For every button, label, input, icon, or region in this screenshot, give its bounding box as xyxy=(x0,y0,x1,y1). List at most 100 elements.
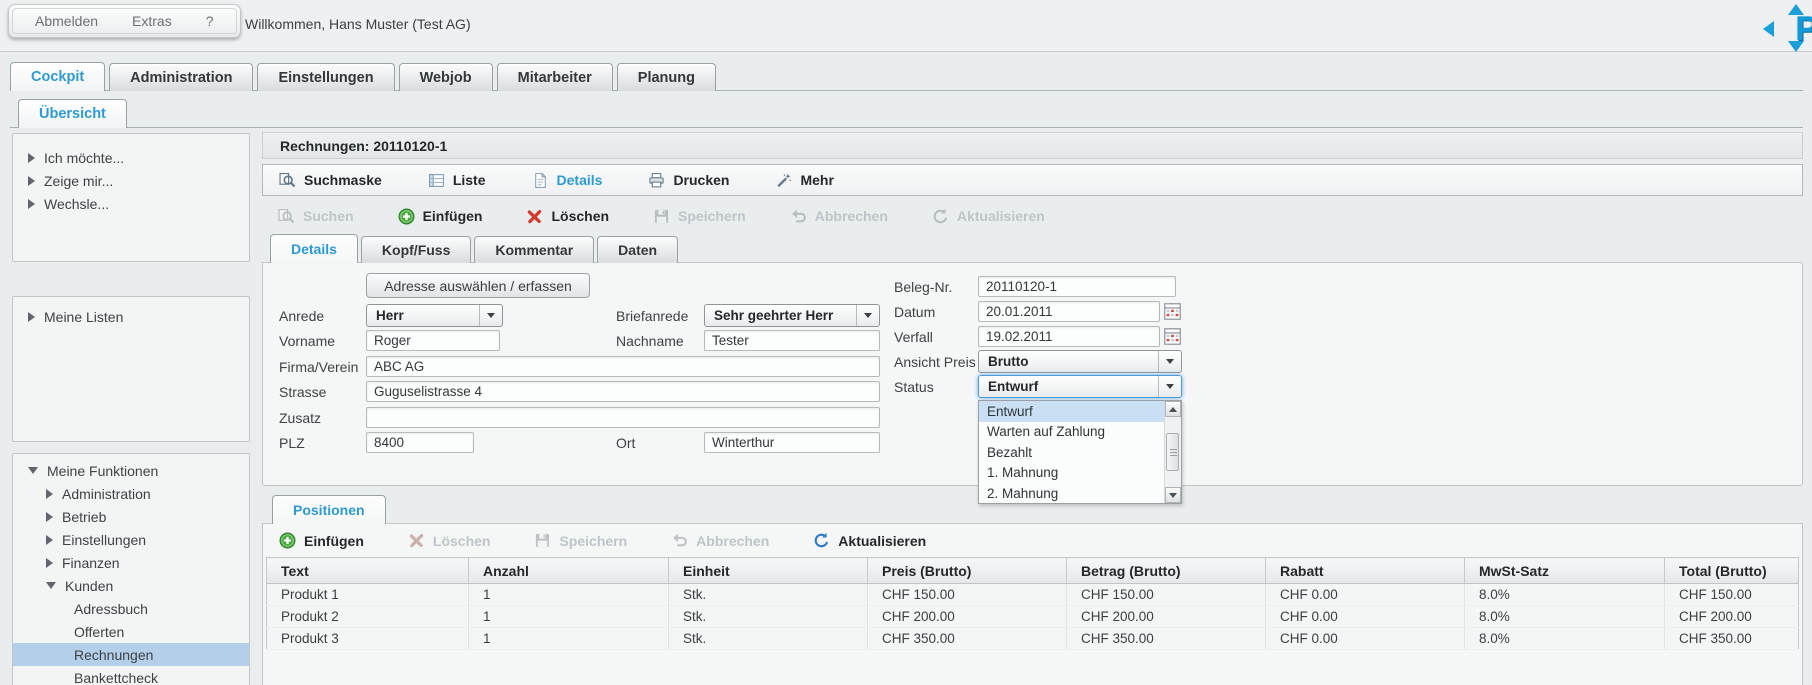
tab-daten[interactable]: Daten xyxy=(597,236,679,263)
chevron-right-icon xyxy=(46,534,53,545)
ort-field[interactable] xyxy=(704,432,880,453)
positions-aktualisieren-button[interactable]: Aktualisieren xyxy=(813,532,926,549)
application-window: Abmelden Extras ? Willkommen, Hans Muste… xyxy=(0,0,1812,685)
scroll-down-button[interactable] xyxy=(1165,487,1181,503)
dropdown-arrow-button[interactable] xyxy=(1158,351,1181,372)
liste-button[interactable]: Liste xyxy=(428,172,486,189)
tree-item-bankettcheck[interactable]: Bankettcheck xyxy=(13,666,249,685)
mehr-button[interactable]: Mehr xyxy=(775,172,834,189)
ansicht-preis-select[interactable]: Brutto xyxy=(978,350,1182,373)
sidebar-item-zeige-mir[interactable]: Zeige mir... xyxy=(13,169,249,192)
col-header-total[interactable]: Total (Brutto) xyxy=(1664,557,1799,584)
anrede-select[interactable]: Herr xyxy=(366,304,503,327)
tree-item-meine-funktionen[interactable]: Meine Funktionen xyxy=(13,459,249,482)
details-button[interactable]: Details xyxy=(532,172,602,189)
chevron-right-icon xyxy=(46,488,53,499)
tab-uebersicht[interactable]: Übersicht xyxy=(18,99,127,128)
status-label: Status xyxy=(894,379,934,395)
tab-positionen[interactable]: Positionen xyxy=(272,495,386,524)
tab-cockpit[interactable]: Cockpit xyxy=(10,62,106,91)
sub-tab-divider xyxy=(10,127,1803,128)
verfall-field[interactable] xyxy=(978,326,1160,347)
tab-administration[interactable]: Administration xyxy=(109,63,254,91)
vorname-field[interactable] xyxy=(366,330,500,351)
scroll-up-button[interactable] xyxy=(1165,401,1181,417)
status-option-mahnung1[interactable]: 1. Mahnung xyxy=(979,463,1164,484)
tree-item-kunden[interactable]: Kunden xyxy=(13,574,249,597)
aktualisieren-button: Aktualisieren xyxy=(932,208,1045,225)
col-header-text[interactable]: Text xyxy=(266,557,469,584)
positions-panel: Einfügen Löschen Speichern Abbrechen Akt… xyxy=(262,523,1803,685)
top-bar: Abmelden Extras ? Willkommen, Hans Muste… xyxy=(0,0,1812,52)
verfall-calendar-button[interactable] xyxy=(1163,327,1182,346)
tab-einstellungen[interactable]: Einstellungen xyxy=(257,63,395,91)
sidebar-item-ich-moechte[interactable]: Ich möchte... xyxy=(13,146,249,169)
sidebar-item-wechsle[interactable]: Wechsle... xyxy=(13,192,249,215)
tab-planung[interactable]: Planung xyxy=(616,63,716,91)
logout-button[interactable]: Abmelden xyxy=(35,13,98,29)
suchmaske-button[interactable]: Suchmaske xyxy=(279,172,382,189)
tree-item-adressbuch[interactable]: Adressbuch xyxy=(13,597,249,620)
tree-item-finanzen[interactable]: Finanzen xyxy=(13,551,249,574)
tab-details[interactable]: Details xyxy=(270,234,358,263)
dropdown-arrow-button[interactable] xyxy=(856,305,879,326)
delete-x-icon xyxy=(408,532,425,549)
chevron-right-icon xyxy=(46,557,53,568)
datum-field[interactable] xyxy=(978,301,1160,322)
save-disk-icon xyxy=(534,532,551,549)
arrow-down-icon xyxy=(1169,492,1177,498)
zusatz-field[interactable] xyxy=(366,407,880,428)
table-row[interactable]: Produkt 1 1 Stk. CHF 150.00 CHF 150.00 C… xyxy=(266,583,1799,606)
briefanrede-select[interactable]: Sehr geehrter Herr xyxy=(704,304,880,327)
status-options: Entwurf Warten auf Zahlung Bezahlt 1. Ma… xyxy=(979,401,1164,503)
firma-field[interactable] xyxy=(366,356,880,377)
tree-item-einstellungen[interactable]: Einstellungen xyxy=(13,528,249,551)
tab-kopf-fuss[interactable]: Kopf/Fuss xyxy=(360,236,472,263)
datum-calendar-button[interactable] xyxy=(1163,302,1182,321)
address-select-button[interactable]: Adresse auswählen / erfassen xyxy=(366,273,590,298)
positions-einfuegen-button[interactable]: Einfügen xyxy=(279,532,364,549)
tab-webjob[interactable]: Webjob xyxy=(398,63,493,91)
chevron-down-icon xyxy=(1166,359,1174,364)
nachname-field[interactable] xyxy=(704,330,880,351)
help-button[interactable]: ? xyxy=(206,13,214,29)
status-select[interactable]: Entwurf xyxy=(978,375,1182,398)
chevron-right-icon xyxy=(28,311,35,322)
dropdown-scrollbar[interactable] xyxy=(1164,401,1181,503)
sidebar-functions-panel: Meine Funktionen Administration Betrieb … xyxy=(12,453,250,685)
col-header-einheit[interactable]: Einheit xyxy=(668,557,868,584)
drucken-button[interactable]: Drucken xyxy=(648,172,729,189)
sidebar-item-meine-listen[interactable]: Meine Listen xyxy=(13,305,249,328)
tree-item-rechnungen[interactable]: Rechnungen xyxy=(13,643,249,666)
status-option-bezahlt[interactable]: Bezahlt xyxy=(979,442,1164,463)
nachname-label: Nachname xyxy=(616,333,684,349)
table-row[interactable]: Produkt 3 1 Stk. CHF 350.00 CHF 350.00 C… xyxy=(266,627,1799,650)
tree-item-offerten[interactable]: Offerten xyxy=(13,620,249,643)
table-header-row: Text Anzahl Einheit Preis (Brutto) Betra… xyxy=(266,557,1799,584)
col-header-betrag[interactable]: Betrag (Brutto) xyxy=(1066,557,1266,584)
tab-mitarbeiter[interactable]: Mitarbeiter xyxy=(496,63,613,91)
tab-kommentar[interactable]: Kommentar xyxy=(474,236,595,263)
loeschen-button[interactable]: Löschen xyxy=(526,208,609,225)
extras-button[interactable]: Extras xyxy=(132,13,172,29)
col-header-rabatt[interactable]: Rabatt xyxy=(1265,557,1465,584)
col-header-mwst[interactable]: MwSt-Satz xyxy=(1464,557,1665,584)
col-header-preis[interactable]: Preis (Brutto) xyxy=(867,557,1067,584)
status-option-entwurf[interactable]: Entwurf xyxy=(979,401,1164,422)
status-option-mahnung2[interactable]: 2. Mahnung xyxy=(979,483,1164,504)
chevron-down-icon xyxy=(28,467,38,474)
dropdown-arrow-button[interactable] xyxy=(1158,376,1181,397)
tree-item-administration[interactable]: Administration xyxy=(13,482,249,505)
table-row[interactable]: Produkt 2 1 Stk. CHF 200.00 CHF 200.00 C… xyxy=(266,605,1799,628)
strasse-field[interactable] xyxy=(366,381,880,402)
status-option-warten[interactable]: Warten auf Zahlung xyxy=(979,422,1164,443)
col-header-anzahl[interactable]: Anzahl xyxy=(468,557,669,584)
scrollbar-thumb[interactable] xyxy=(1166,433,1179,471)
beleg-field[interactable] xyxy=(978,276,1176,297)
einfuegen-button[interactable]: Einfügen xyxy=(398,208,482,225)
tree-item-betrieb[interactable]: Betrieb xyxy=(13,505,249,528)
dropdown-arrow-button[interactable] xyxy=(479,305,502,326)
plz-field[interactable] xyxy=(366,432,474,453)
search-icon xyxy=(278,208,295,225)
save-disk-icon xyxy=(653,208,670,225)
